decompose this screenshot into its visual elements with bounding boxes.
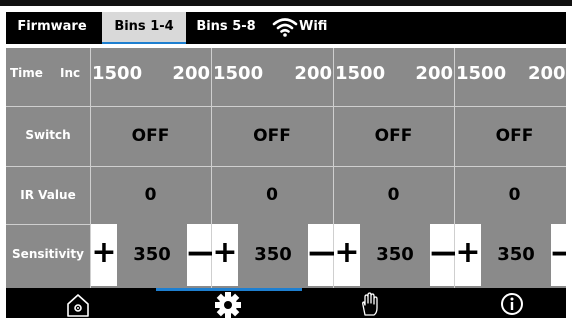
bin-4-ir-value: 0 [508, 185, 521, 205]
tab-bins-1-4[interactable]: Bins 1-4 [102, 12, 186, 44]
tab-bins-5-8-label: Bins 5-8 [196, 19, 256, 34]
bin-1-ir-value: 0 [144, 185, 157, 205]
bin-1-plus-button[interactable]: + [91, 224, 117, 286]
row-label-switch: Switch [25, 128, 71, 142]
bin-1-sensitivity: 350 [117, 224, 187, 286]
bin-1-time[interactable]: 1500 [92, 63, 142, 84]
bin-2-time[interactable]: 1500 [213, 63, 263, 84]
tab-bar: Firmware Bins 1-4 Bins 5-8 Wifi [6, 12, 566, 44]
bin-4-sensitivity: 350 [481, 224, 551, 286]
bin-2-plus-button[interactable]: + [212, 224, 238, 286]
row-label-inc: Inc [60, 66, 81, 80]
bin-3-minus-button[interactable]: — [430, 224, 460, 286]
bin-4-minus-button[interactable]: — [551, 224, 566, 286]
bin-3-ir-value: 0 [387, 185, 400, 205]
bin-1-inc[interactable]: 200 [166, 63, 210, 84]
bin-3-plus-button[interactable]: + [334, 224, 360, 286]
bin-3-switch[interactable]: OFF [333, 126, 454, 146]
bin-2-ir-value: 0 [266, 185, 278, 205]
sensitivity-row: + 350 — + 350 — + 350 — + 350 — [6, 224, 566, 286]
wifi-icon [272, 18, 298, 37]
bin-4-inc[interactable]: 200 [528, 63, 566, 84]
bin-4-plus-button[interactable]: + [455, 224, 481, 286]
bin-2-inc[interactable]: 200 [288, 63, 332, 84]
bin-3-time[interactable]: 1500 [335, 63, 385, 84]
bin-4-time[interactable]: 1500 [456, 63, 506, 84]
tab-bins-5-8[interactable]: Bins 5-8 [186, 12, 266, 44]
bin-2-switch[interactable]: OFF [211, 126, 333, 146]
bottom-nav [6, 288, 566, 318]
tab-wifi[interactable]: Wifi [269, 12, 349, 44]
row-label-time: Time [10, 66, 43, 80]
bin-4-switch[interactable]: OFF [454, 126, 572, 146]
bin-3-inc[interactable]: 200 [409, 63, 453, 84]
active-tab-indicator [102, 42, 186, 44]
home-icon[interactable] [64, 291, 92, 318]
bin-1-minus-button[interactable]: — [187, 224, 217, 286]
bin-2-sensitivity: 350 [238, 224, 308, 286]
row-label-ir-value: IR Value [20, 188, 76, 202]
tab-wifi-label: Wifi [299, 19, 328, 34]
bin-1-switch[interactable]: OFF [90, 126, 211, 146]
bins-grid: Time Inc Switch IR Value Sensitivity 150… [6, 48, 566, 288]
hand-icon[interactable] [356, 291, 384, 318]
tab-firmware-label: Firmware [17, 19, 87, 34]
info-icon[interactable] [498, 291, 526, 318]
tab-bins-1-4-label: Bins 1-4 [114, 19, 174, 34]
bin-3-sensitivity: 350 [360, 224, 430, 286]
bin-2-minus-button[interactable]: — [308, 224, 338, 286]
tab-firmware[interactable]: Firmware [6, 12, 98, 44]
gear-icon[interactable] [214, 291, 242, 318]
